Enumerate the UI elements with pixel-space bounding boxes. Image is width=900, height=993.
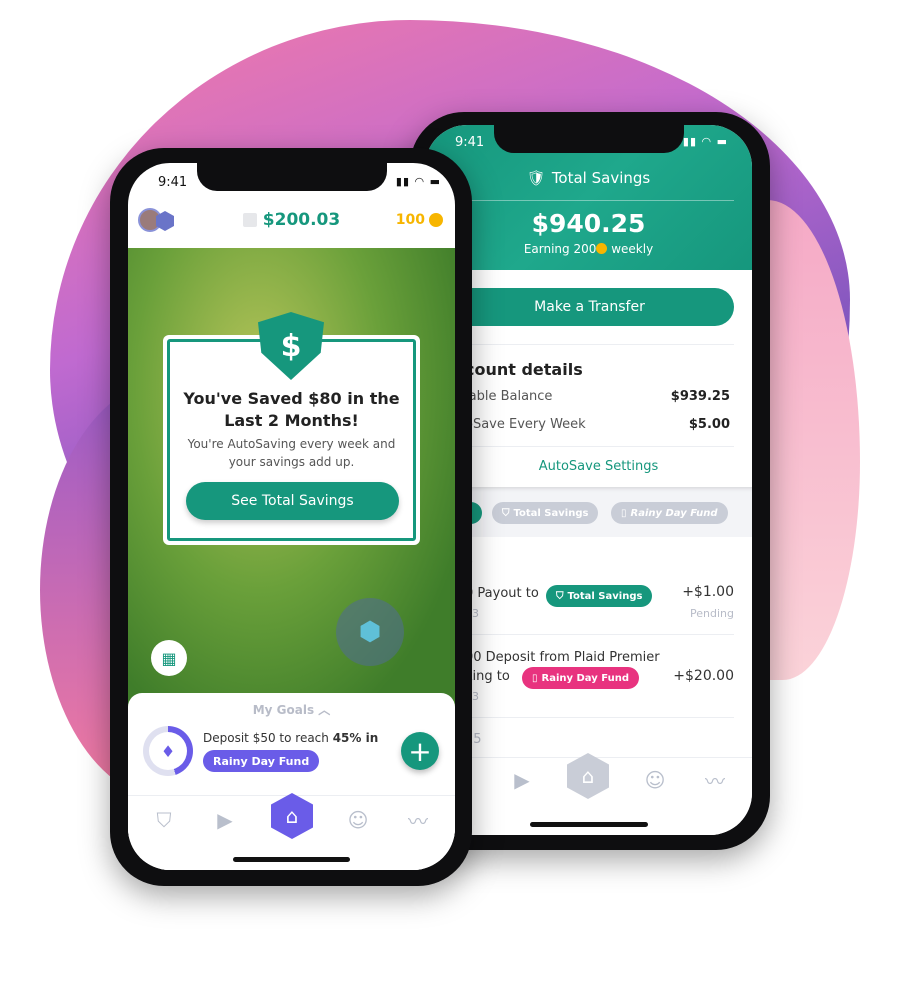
map-icon[interactable]: ▦ — [151, 640, 187, 676]
filter-chip-rainy-day-fund[interactable]: ▯ Rainy Day Fund — [611, 502, 728, 524]
account-details-title: count details — [465, 360, 583, 379]
goal-text: Deposit $50 to reach 45% in — [203, 731, 379, 745]
status-icons: ▮▮ ◠ ▬ — [682, 135, 728, 148]
transaction-description: 00 Deposit from Plaid Premier — [465, 650, 660, 665]
jar-icon: ▯ — [621, 507, 627, 519]
savings-shield-icon[interactable]: ⛉ — [157, 808, 172, 832]
transaction-amount: +$20.00 — [673, 668, 734, 684]
play-icon[interactable]: ▶ — [514, 768, 529, 792]
bank-icon — [242, 213, 257, 227]
status-time: 9:41 — [455, 135, 485, 150]
activity-icon[interactable]: 〰 — [705, 766, 725, 795]
jar-icon: ▯ — [532, 672, 538, 684]
card-body: You're AutoSaving every week and your sa… — [187, 437, 396, 469]
coin-icon — [429, 213, 443, 227]
autosave-settings-link[interactable]: AutoSave Settings — [425, 459, 752, 474]
front-phone: 9:41 ▮▮ ◠ ▬ $200.03 100 $ You've Saved $… — [110, 148, 472, 886]
crystal-icon[interactable]: ⬢ — [336, 598, 404, 666]
status-icons: ▮▮ ◠ ▬ — [395, 175, 441, 188]
profile-icon[interactable]: ☺ — [645, 768, 666, 792]
coin-icon — [596, 243, 608, 254]
detail-label: lable Balance — [465, 389, 553, 404]
coin-counter[interactable]: 100 — [396, 212, 443, 228]
profile-icon[interactable]: ☺ — [348, 808, 369, 832]
shield-icon: ⛉ — [556, 590, 564, 602]
activity-icon[interactable]: 〰 — [408, 806, 428, 835]
status-time: 9:41 — [158, 175, 188, 190]
play-icon[interactable]: ▶ — [217, 808, 232, 832]
card-title: You've Saved $80 in the Last 2 Months! — [183, 389, 400, 430]
detail-value: $5.00 — [688, 417, 730, 432]
shield-icon: 🛡 — [526, 169, 546, 187]
transaction-status: Pending — [690, 607, 734, 620]
transaction-description: 0 Payout to — [465, 586, 539, 601]
goal-progress-ring: ♦ — [143, 726, 193, 776]
total-savings-chip: ⛉ Total Savings — [546, 585, 653, 607]
make-transfer-button[interactable]: Make a Transfer — [445, 288, 734, 326]
chevron-up-icon: ︿ — [318, 703, 331, 717]
rainy-day-fund-chip[interactable]: Rainy Day Fund — [203, 750, 320, 772]
detail-value: $939.25 — [670, 389, 730, 404]
shield-icon: ⛉ — [502, 507, 510, 519]
crystal-icon: ♦ — [149, 732, 187, 770]
detail-label: oSave Every Week — [465, 417, 586, 432]
rainy-day-fund-chip: ▯ Rainy Day Fund — [522, 667, 639, 689]
earning-text: Earning 200 weekly — [523, 242, 654, 256]
transaction-amount: +$1.00 — [682, 584, 734, 600]
home-screen: 9:41 ▮▮ ◠ ▬ $200.03 100 $ You've Saved $… — [128, 163, 455, 870]
savings-balance: $940.25 — [531, 209, 646, 238]
header-title: 🛡 Total Savings — [526, 169, 651, 187]
see-total-savings-button[interactable]: See Total Savings — [186, 482, 399, 520]
savings-screen: 9:41 ▮▮ ◠ ▬ 🛡 Total Savings $940.25 Earni… — [425, 125, 752, 835]
filter-chip-total-savings[interactable]: ⛉ Total Savings — [492, 502, 599, 524]
my-goals-toggle[interactable]: My Goals ︿ — [128, 701, 455, 718]
add-goal-button[interactable]: + — [401, 732, 439, 770]
